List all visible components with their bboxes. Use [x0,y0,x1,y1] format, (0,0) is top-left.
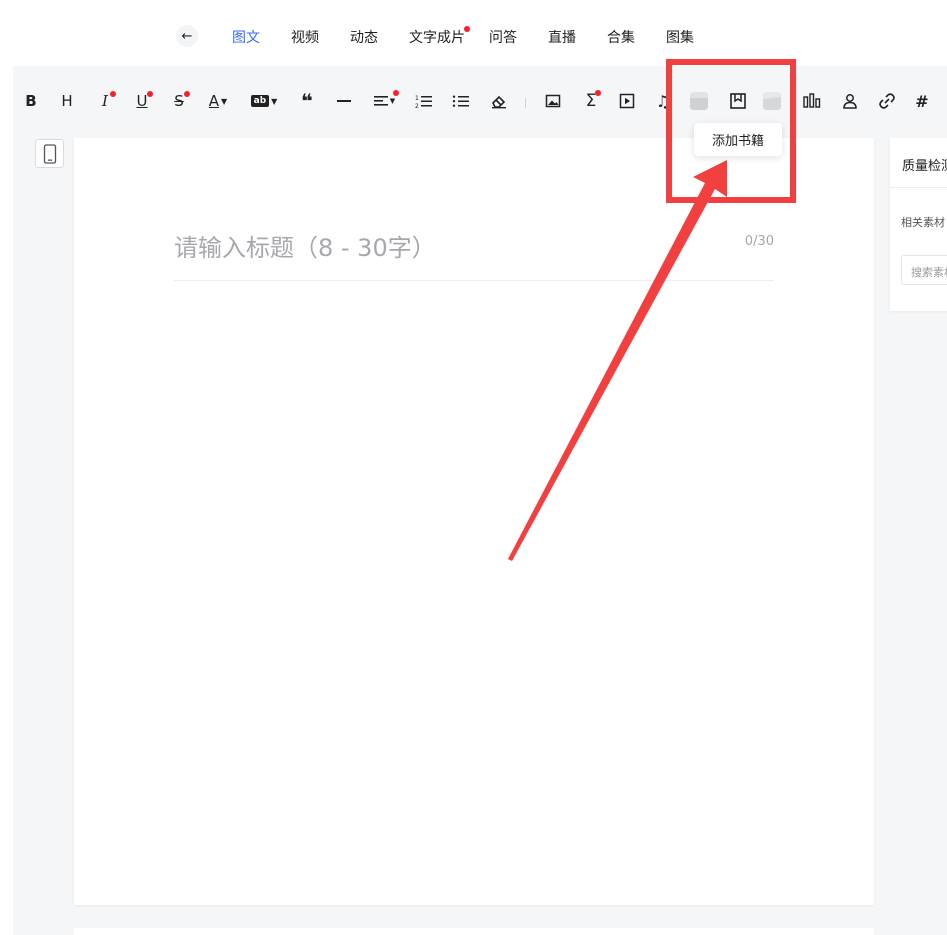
bullet-list-icon [452,95,469,107]
svg-text:1: 1 [415,95,419,102]
title-char-count: 0/30 [744,234,774,249]
svg-text:2: 2 [415,103,419,109]
editor-area[interactable]: 请输入标题（8 - 30字） 0/30 [74,138,874,905]
back-button[interactable]: ← [176,25,198,47]
annotation-highlight-box [666,59,796,203]
unordered-list-button[interactable] [450,88,472,114]
quality-panel: 质量检测 相关素材 搜索素材 [890,138,947,311]
tab-video[interactable]: 视频 [291,27,319,47]
top-nav: ← 图文 视频 动态 文字成片 问答 直播 合集 图集 [0,0,947,66]
panel-divider [890,187,947,188]
tab-qa[interactable]: 问答 [489,27,517,47]
video-play-icon [619,93,635,109]
font-color-button[interactable]: A ▼ [205,88,231,114]
strikethrough-dot [184,91,190,97]
italic-dot [110,91,116,97]
hashtag-button[interactable]: # [912,88,932,114]
tab-moments[interactable]: 动态 [350,27,378,47]
tab-live[interactable]: 直播 [548,27,576,47]
mobile-phone-icon [43,143,56,164]
new-badge-dot [464,26,470,32]
quote-button[interactable]: ❝ [297,88,317,114]
title-divider [174,280,774,281]
toolbar-separator [525,98,526,108]
bar-chart-icon [803,93,821,108]
caret-down-icon: ▼ [271,96,278,106]
material-search-input[interactable]: 搜索素材 [901,255,947,285]
tab-collection[interactable]: 合集 [607,27,635,47]
tab-graphic[interactable]: 图文 [232,27,260,47]
horizontal-rule-icon [337,100,351,102]
heading-button[interactable]: H [57,88,77,114]
caret-down-icon: ▼ [389,97,396,105]
underline-dot [147,91,153,97]
title-input[interactable]: 请输入标题（8 - 30字） [174,228,436,263]
caret-down-icon: ▼ [221,96,228,106]
editor-toolbar: B H I U S A ▼ ab ▼ ❝ ▼ 12 Σ ♫ # [13,80,947,122]
insert-link-button[interactable] [876,88,898,114]
divider-button[interactable] [334,88,354,114]
formula-dot [595,90,601,96]
ordered-list-button[interactable]: 12 [413,88,435,114]
related-material-label: 相关素材 [901,216,945,229]
insert-chart-button[interactable] [801,88,823,114]
insert-image-button[interactable] [542,88,564,114]
align-left-icon [373,96,388,106]
align-dot [393,90,399,96]
panel-title: 质量检测 [902,159,947,174]
editor-next-block [74,928,874,935]
arrow-left-icon: ← [181,28,193,44]
eraser-icon [492,95,506,109]
clear-format-button[interactable] [488,88,510,114]
link-icon [879,93,895,109]
image-icon [545,94,561,108]
user-icon [843,94,857,109]
insert-user-button[interactable] [839,88,861,114]
tab-gallery[interactable]: 图集 [666,27,694,47]
insert-video-button[interactable] [616,88,638,114]
tab-text-to-video[interactable]: 文字成片 [409,27,465,47]
mobile-preview-button[interactable] [35,139,64,168]
bold-button[interactable]: B [21,88,41,114]
highlight-button[interactable]: ab ▼ [250,88,278,114]
ordered-list-icon: 12 [415,95,432,109]
